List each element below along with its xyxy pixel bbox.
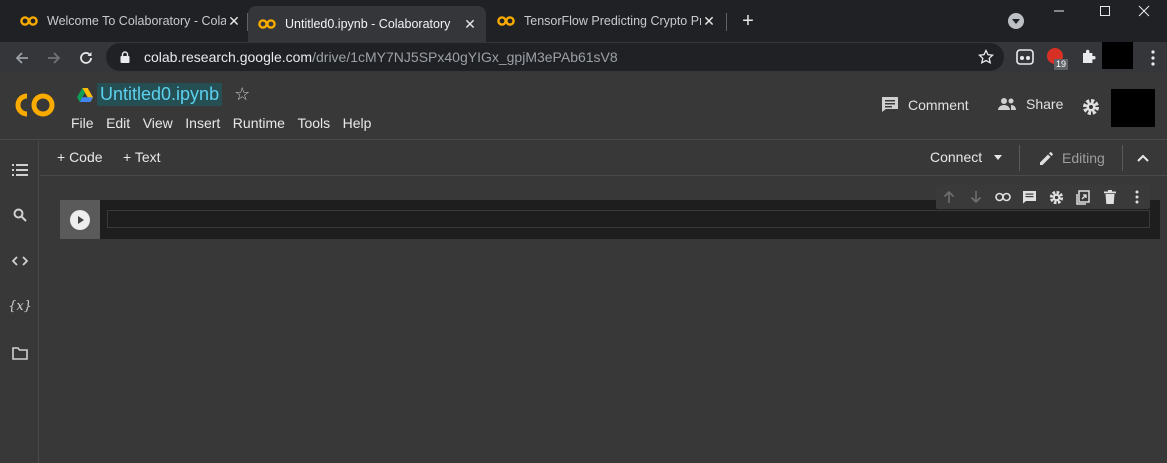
run-cell-play-icon[interactable] [70, 209, 90, 230]
share-button[interactable]: Share [997, 96, 1063, 112]
move-cell-down-icon[interactable] [963, 185, 990, 209]
forward-arrow-icon[interactable] [43, 47, 65, 69]
google-drive-icon [77, 87, 93, 102]
add-text-button[interactable]: + Text [123, 149, 161, 165]
connect-label: Connect [930, 149, 983, 165]
tab-title: TensorFlow Predicting Crypto Pri [524, 14, 701, 28]
tab-title: Untitled0.ipynb - Colaboratory [285, 17, 451, 31]
add-code-button[interactable]: + Code [57, 149, 103, 165]
back-arrow-icon[interactable] [11, 47, 33, 69]
account-avatar[interactable] [1111, 89, 1155, 127]
notebook-title-area: Untitled0.ipynb ☆ [77, 83, 250, 106]
pencil-icon [1040, 152, 1053, 165]
variables-icon[interactable]: {x} [8, 297, 32, 315]
comment-button[interactable]: Comment [881, 96, 969, 113]
search-icon[interactable] [11, 206, 29, 224]
tab-separator [726, 13, 727, 31]
chevron-up-icon[interactable] [1136, 151, 1150, 165]
menu-view[interactable]: View [143, 115, 173, 131]
mirror-cell-icon[interactable] [1070, 185, 1097, 209]
menu-bar: File Edit View Insert Runtime Tools Help [71, 115, 384, 131]
browser-toolbar: colab.research.google.com/drive/1cMY7NJ5… [0, 42, 1167, 73]
tab-title: Welcome To Colaboratory - Colab [47, 14, 226, 28]
reload-icon[interactable] [75, 47, 97, 69]
colab-header: Untitled0.ipynb ☆ File Edit View Insert … [0, 73, 1167, 140]
star-icon[interactable]: ☆ [234, 84, 250, 105]
delete-trash-icon[interactable] [1097, 185, 1124, 209]
chevron-down-icon [994, 154, 1003, 160]
tab-search-icon[interactable] [1008, 13, 1024, 29]
bookmark-star-icon[interactable] [978, 49, 994, 65]
cell-gutter [60, 200, 100, 239]
menu-runtime[interactable]: Runtime [233, 115, 285, 131]
editing-label: Editing [1062, 150, 1105, 166]
comment-icon[interactable] [1016, 185, 1043, 209]
new-tab-button[interactable]: + [738, 11, 758, 32]
gear-icon[interactable] [1082, 98, 1100, 116]
cell-code-editor[interactable] [107, 210, 1150, 228]
comment-label: Comment [908, 96, 969, 113]
colab-favicon-icon [258, 19, 276, 29]
code-snippets-icon[interactable] [11, 252, 29, 270]
notebook-toolbar: + Code + Text Connect Editing [40, 141, 1167, 176]
editing-mode-button[interactable]: Editing [1038, 149, 1105, 167]
connect-button[interactable]: Connect [930, 149, 1003, 165]
menu-edit[interactable]: Edit [106, 115, 130, 131]
share-label: Share [1026, 96, 1064, 112]
url-path: /drive/1cMY7NJ5SPx40gYIGx_gpjM3ePAb61sV8 [312, 49, 618, 65]
people-icon [998, 98, 1016, 110]
notebook-title[interactable]: Untitled0.ipynb [97, 83, 223, 106]
colab-favicon-icon [497, 16, 515, 26]
address-bar[interactable]: colab.research.google.com/drive/1cMY7NJ5… [106, 43, 1004, 71]
toolbar-divider [1019, 145, 1020, 171]
cell-toolbar [936, 185, 1150, 209]
menu-tools[interactable]: Tools [297, 115, 330, 131]
colab-favicon-icon [20, 16, 38, 26]
colab-logo-icon[interactable] [13, 90, 57, 120]
tab-welcome[interactable]: Welcome To Colaboratory - Colab ✕ [20, 6, 242, 36]
menu-file[interactable]: File [71, 115, 94, 131]
left-sidebar: {x} [0, 141, 39, 463]
move-cell-up-icon[interactable] [936, 185, 963, 209]
url-host: colab.research.google.com [144, 49, 313, 65]
browser-tabstrip: Welcome To Colaboratory - Colab ✕ Untitl… [0, 0, 1167, 42]
close-tab-icon[interactable]: ✕ [701, 13, 717, 29]
lock-icon [120, 51, 130, 63]
tab-tensorflow[interactable]: TensorFlow Predicting Crypto Pri ✕ [497, 6, 717, 36]
close-window-icon[interactable] [1121, 0, 1167, 22]
minimize-icon[interactable] [1036, 0, 1082, 22]
profile-avatar[interactable] [1102, 42, 1133, 69]
url-text: colab.research.google.com/drive/1cMY7NJ5… [144, 49, 618, 65]
menu-insert[interactable]: Insert [185, 115, 220, 131]
browser-menu-icon[interactable] [1151, 50, 1155, 66]
more-vertical-icon[interactable] [1123, 185, 1150, 209]
close-tab-icon[interactable]: ✕ [462, 16, 478, 32]
gear-icon[interactable] [1043, 185, 1070, 209]
close-tab-icon[interactable]: ✕ [226, 13, 242, 29]
table-of-contents-icon[interactable] [11, 161, 29, 179]
link-icon[interactable] [990, 185, 1017, 209]
comment-icon [882, 97, 898, 112]
extension-mask-icon[interactable] [1016, 48, 1034, 66]
extensions-puzzle-icon[interactable] [1080, 48, 1098, 66]
menu-help[interactable]: Help [343, 115, 372, 131]
toolbar-divider [1122, 145, 1123, 171]
tab-untitled[interactable]: Untitled0.ipynb - Colaboratory ✕ [248, 6, 486, 42]
extension-badge-count: 19 [1054, 59, 1069, 70]
extension-badge-icon[interactable]: 19 [1047, 48, 1069, 70]
folder-icon[interactable] [11, 344, 29, 362]
